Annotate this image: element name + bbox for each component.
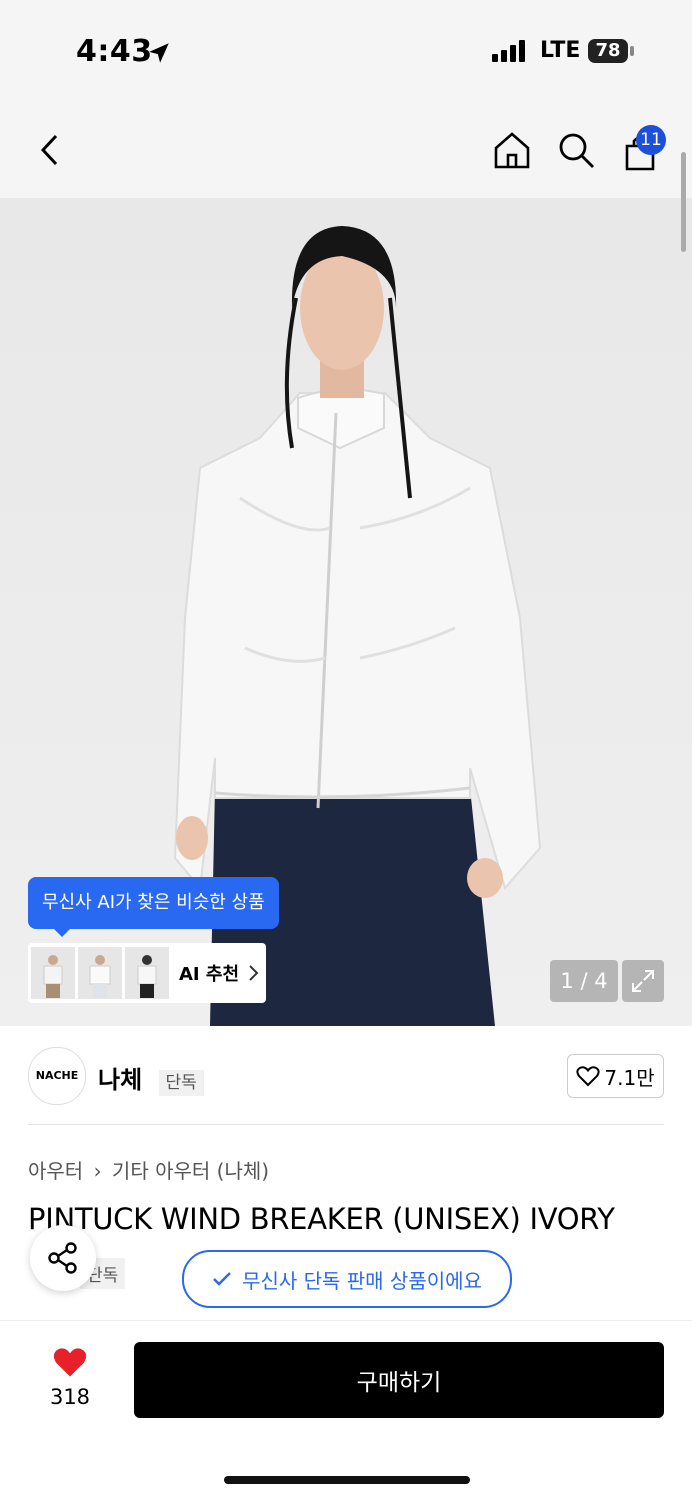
similar-product-thumb[interactable] [78, 947, 122, 999]
chevron-right-icon [249, 965, 259, 981]
ai-similar-tooltip: 무신사 AI가 찾은 비슷한 상품 [28, 877, 279, 937]
share-icon [48, 1242, 77, 1274]
status-time: 4:43 [76, 34, 153, 69]
exclusive-notice-text: 무신사 단독 판매 상품이에요 [242, 1268, 482, 1293]
heart-outline-icon [576, 1066, 600, 1087]
back-button[interactable] [26, 126, 74, 174]
brand-name-text[interactable]: 나체 [98, 1066, 142, 1094]
brand-logo[interactable]: NACHE [28, 1047, 86, 1105]
battery-icon: 78 [588, 39, 628, 63]
heart-filled-icon [53, 1348, 87, 1377]
ai-recommend-label: AI 추천 [179, 964, 240, 985]
expand-image-button[interactable] [622, 960, 664, 1002]
home-indicator[interactable] [224, 1476, 470, 1484]
signal-icon [492, 40, 528, 66]
buy-button[interactable]: 구매하기 [134, 1342, 664, 1418]
check-icon [213, 1272, 231, 1286]
network-type: LTE [540, 38, 581, 63]
home-icon [494, 132, 530, 169]
brand-like-count: 7.1만 [604, 1065, 655, 1090]
wishlist-count: 318 [49, 1385, 91, 1409]
breadcrumb-separator-icon: › [93, 1159, 102, 1183]
search-icon [559, 133, 594, 168]
brand-name[interactable]: 나체 단독 [98, 1060, 204, 1096]
similar-product-thumb[interactable] [31, 947, 75, 999]
wishlist-button[interactable] [52, 1346, 88, 1382]
exclusive-tag: 단독 [158, 1070, 204, 1096]
similar-product-thumb[interactable] [125, 947, 169, 999]
expand-icon [632, 970, 654, 992]
share-button[interactable] [30, 1225, 96, 1291]
brand-like-button[interactable]: 7.1만 [567, 1054, 664, 1098]
search-button[interactable] [552, 126, 600, 174]
divider [28, 1124, 664, 1125]
ai-recommend-card[interactable]: AI 추천 [28, 943, 266, 1003]
breadcrumb-subcategory[interactable]: 기타 아우터 (나체) [112, 1159, 269, 1183]
breadcrumb: 아우터 › 기타 아우터 (나체) [28, 1155, 269, 1184]
product-title: PINTUCK WIND BREAKER (UNISEX) IVORY [28, 1202, 615, 1236]
image-counter: 1 / 4 [550, 960, 618, 1002]
cart-count-badge: 11 [636, 125, 666, 155]
page-scrollbar[interactable] [681, 152, 686, 252]
home-button[interactable] [488, 126, 536, 174]
chevron-left-icon [40, 134, 58, 166]
location-arrow-icon [146, 40, 172, 70]
exclusive-notice-pill: 무신사 단독 판매 상품이에요 [182, 1250, 512, 1308]
breadcrumb-category[interactable]: 아우터 [28, 1159, 83, 1183]
battery-tip [630, 46, 634, 56]
